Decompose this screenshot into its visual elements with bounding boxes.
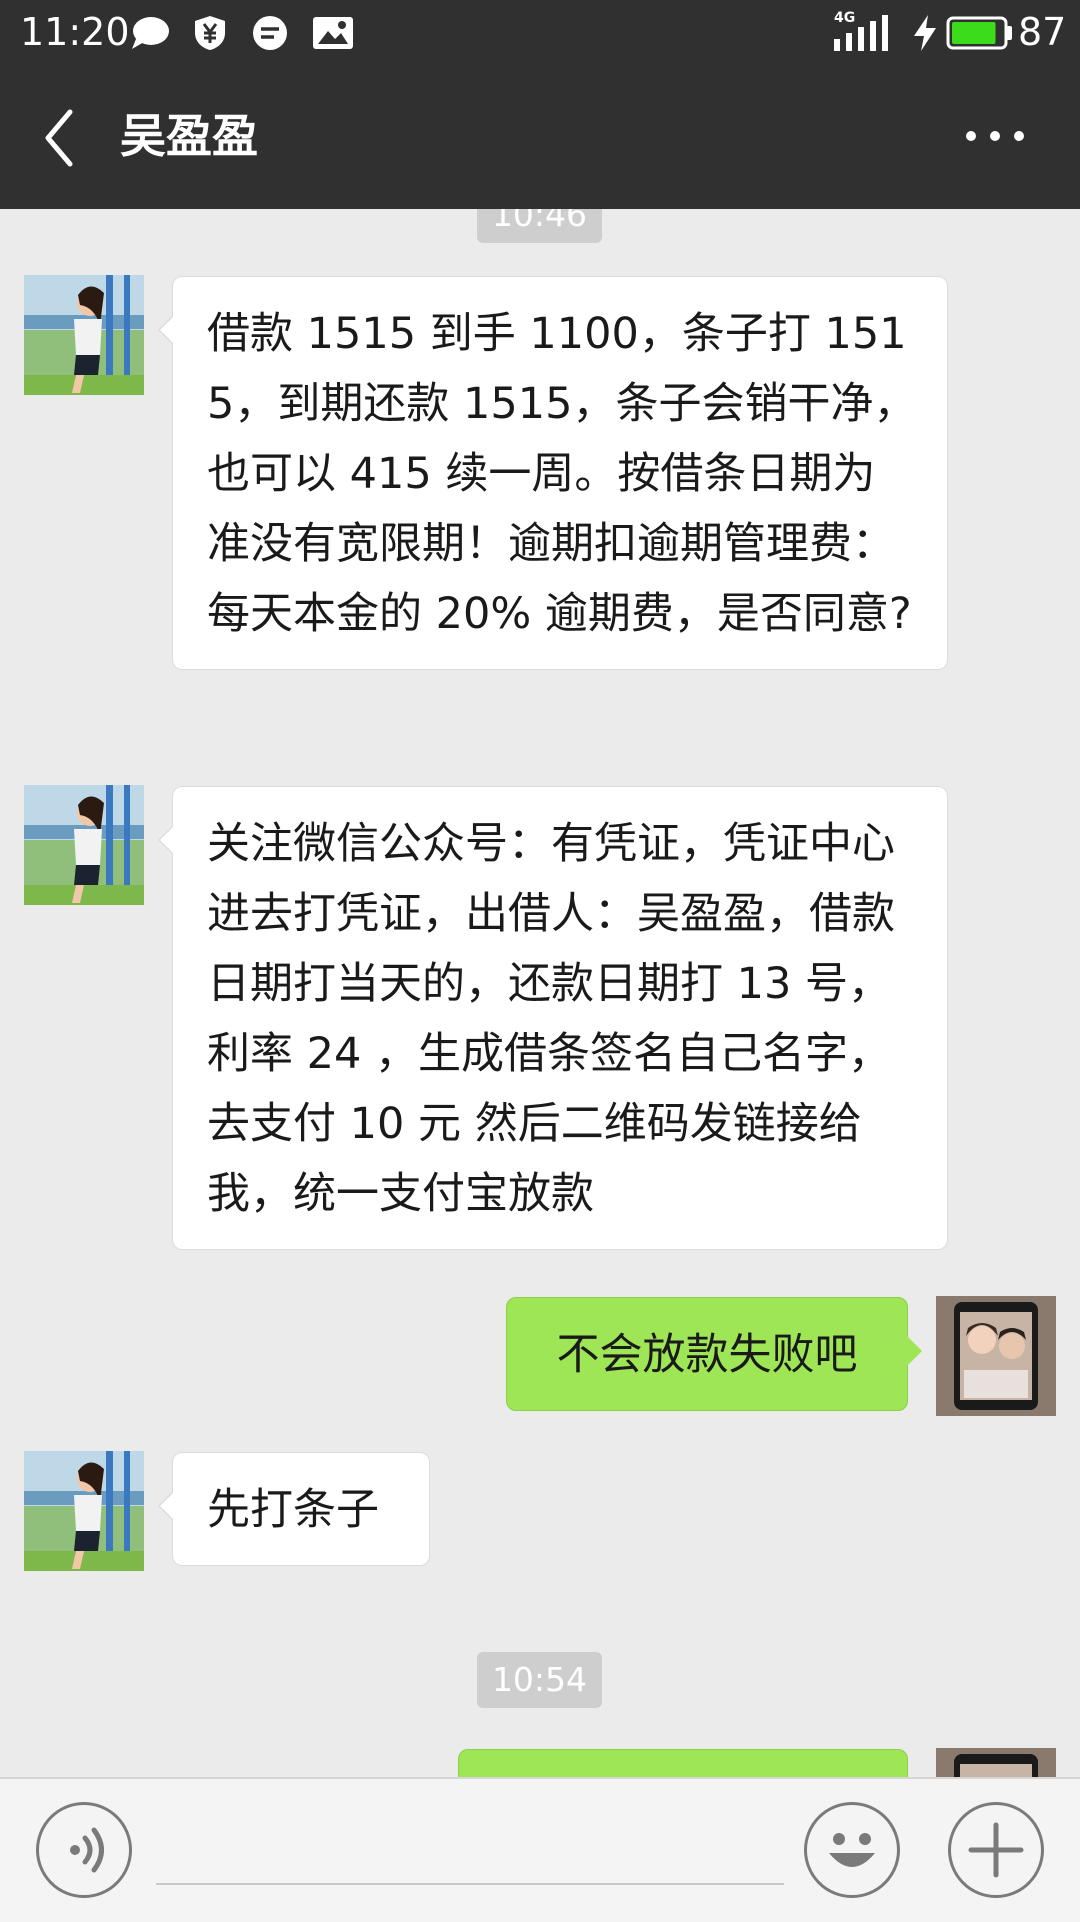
message-bubble-sent[interactable] [458,1749,908,1777]
image-icon [313,17,353,49]
my-avatar[interactable] [936,1748,1056,1777]
more-dots-icon [966,131,1024,141]
contact-avatar[interactable] [24,275,144,395]
voice-icon [70,1827,104,1873]
signal-icon [834,15,888,51]
emoji-icon [829,1833,875,1867]
contact-avatar[interactable] [24,785,144,905]
status-time: 11:20 [20,10,130,54]
chat-area[interactable]: 10:46 借款 1515 到手 1100，条子打 1515，到期还款 1515… [0,209,1080,1777]
charging-icon [914,15,936,51]
contact-avatar[interactable] [24,1451,144,1571]
timestamp: 10:46 [477,209,602,243]
input-bar [0,1777,1080,1922]
message-bubble-sent[interactable]: 不会放款失败吧 [506,1297,922,1411]
message-icon [253,16,287,50]
more-button[interactable] [960,106,1030,166]
timestamp: 10:54 [477,1652,602,1708]
chat-header: 吴盈盈 [0,66,1080,209]
message-bubble[interactable]: 关注微信公众号：有凭证，凭证中心进去打凭证，出借人：吴盈盈，借款日期打当天的，还… [158,786,948,1250]
chat-title: 吴盈盈 [120,109,258,163]
back-button[interactable] [32,102,92,172]
message-bubble[interactable]: 先打条子 [158,1452,430,1566]
battery-percent: 87 [1018,10,1067,54]
emoji-button[interactable] [804,1802,900,1898]
my-avatar[interactable] [936,1296,1056,1416]
status-bar: 11:20 4G 87 [0,0,1080,66]
shield-yen-icon [195,16,225,50]
plus-button[interactable] [948,1802,1044,1898]
voice-button[interactable] [36,1802,132,1898]
chat-bubble-icon [132,17,169,49]
message-bubble[interactable]: 借款 1515 到手 1100，条子打 1515，到期还款 1515，条子会销干… [158,276,948,670]
plus-icon [968,1822,1024,1878]
back-arrow-icon [45,109,73,167]
message-input[interactable] [156,1819,784,1885]
battery-icon [946,16,1012,50]
